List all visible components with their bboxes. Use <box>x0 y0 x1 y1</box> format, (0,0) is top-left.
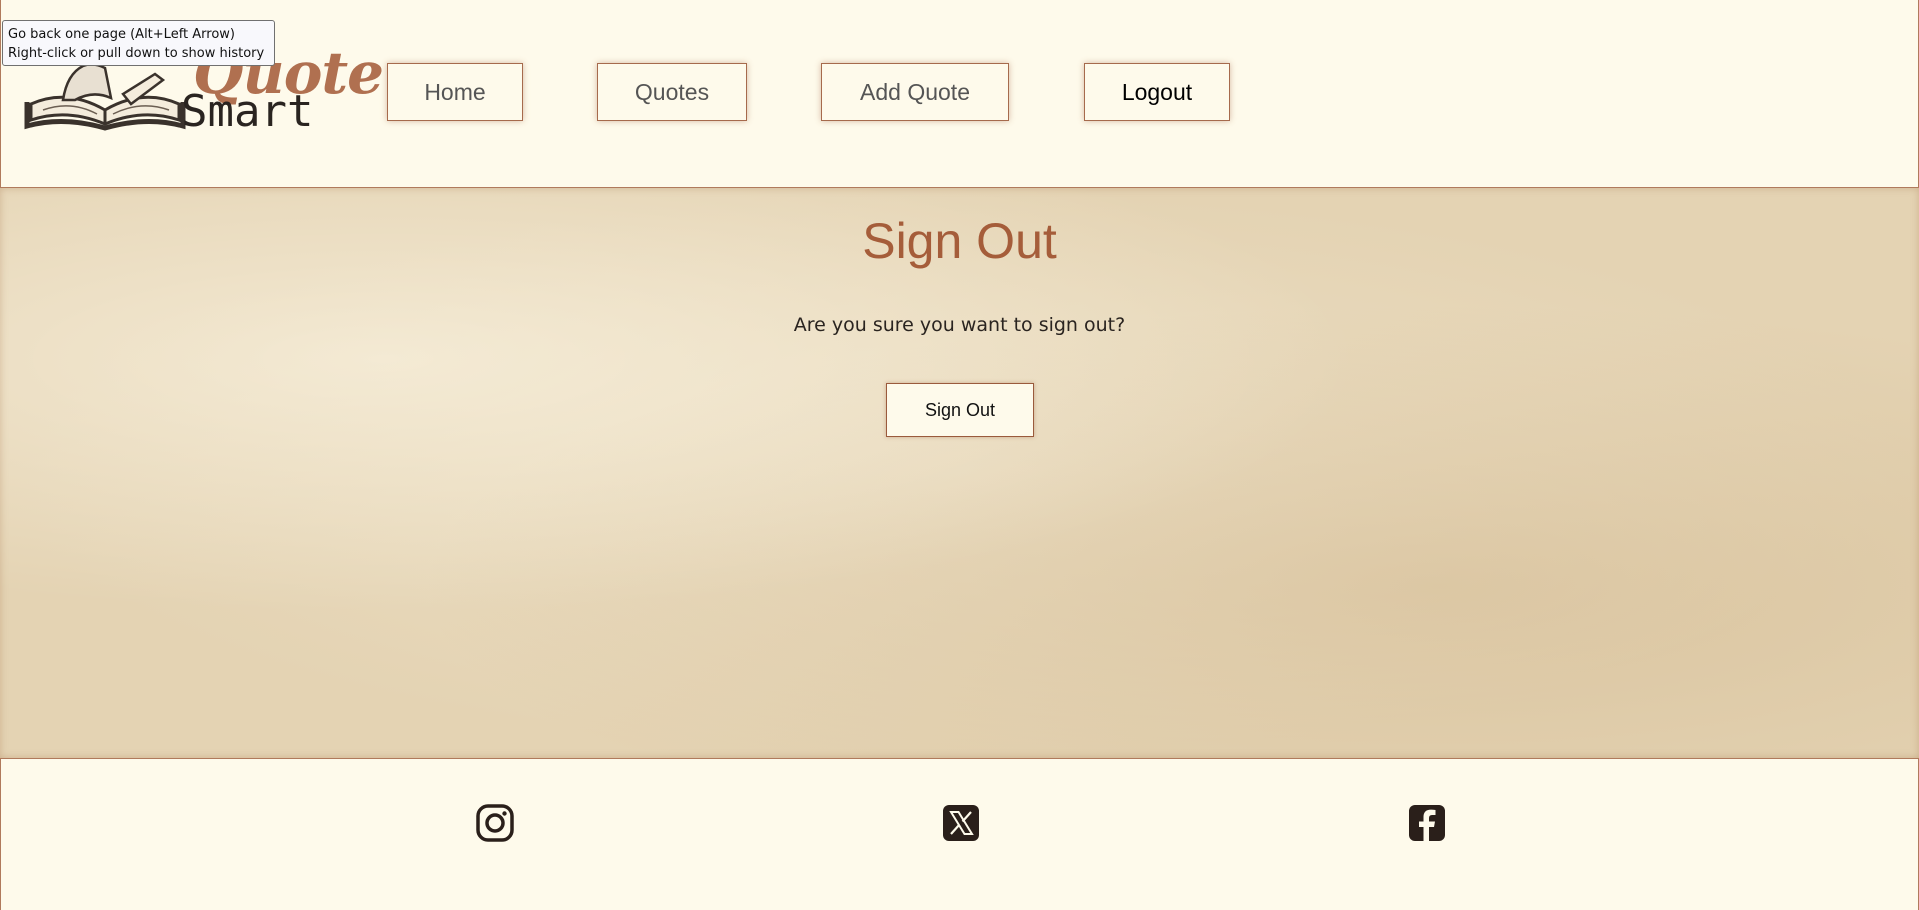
tooltip-line-2: Right-click or pull down to show history <box>8 46 265 61</box>
signout-prompt: Are you sure you want to sign out? <box>793 314 1126 336</box>
site-footer <box>0 758 1919 910</box>
tooltip-line-1: Go back one page (Alt+Left Arrow) <box>8 27 235 42</box>
nav-add-quote-button[interactable]: Add Quote <box>821 63 1009 121</box>
nav-quotes-button[interactable]: Quotes <box>597 63 747 121</box>
nav-logout-button[interactable]: Logout <box>1084 63 1230 121</box>
page-title: Sign Out <box>862 213 1057 269</box>
main-content: Sign Out Are you sure you want to sign o… <box>0 188 1919 758</box>
sign-out-button[interactable]: Sign Out <box>886 383 1034 437</box>
logo-word-smart: Smart <box>181 86 314 137</box>
back-button-tooltip: Go back one page (Alt+Left Arrow) Right-… <box>2 20 275 66</box>
site-header: Quote Smart Home Quotes Add Quote Logout <box>0 0 1919 188</box>
nav-home-button[interactable]: Home <box>387 63 523 121</box>
facebook-icon[interactable] <box>1407 803 1447 843</box>
instagram-icon[interactable] <box>475 803 515 843</box>
x-twitter-icon[interactable] <box>941 803 981 843</box>
